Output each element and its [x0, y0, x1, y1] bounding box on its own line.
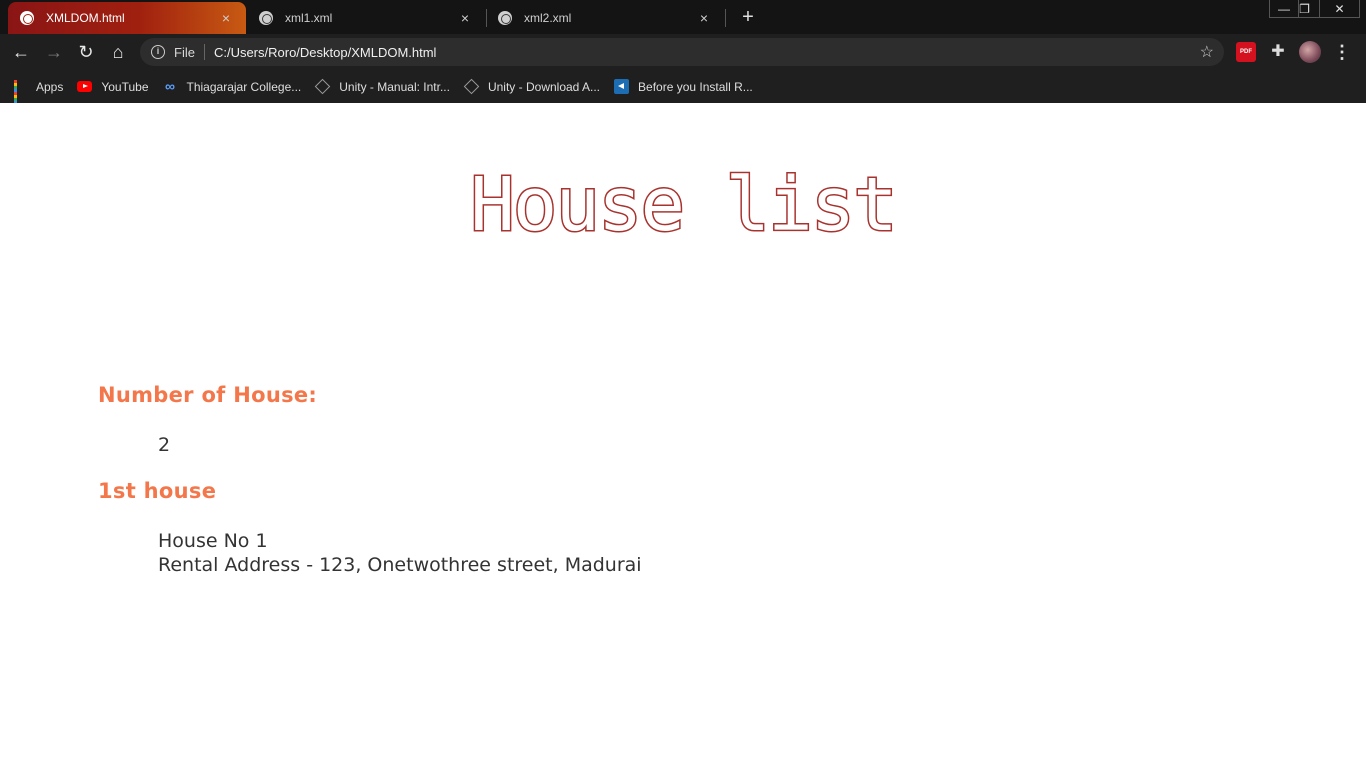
house-count-value: 2 [158, 434, 171, 456]
toolbar: ← → ↻ ⌂ i File C:/Users/Roro/Desktop/XML… [0, 34, 1366, 70]
bookmark-label: Unity - Download A... [487, 79, 601, 94]
first-house-details: House No 1 Rental Address - 123, Onetwot… [158, 529, 642, 577]
bookmark-star-icon[interactable]: ☆ [1200, 42, 1214, 62]
new-tab-button[interactable]: + [738, 7, 758, 27]
close-window-button[interactable]: ✕ [1320, 0, 1360, 18]
bookmark-label: YouTube [101, 79, 149, 94]
globe-icon [20, 11, 34, 25]
url-text[interactable]: C:/Users/Roro/Desktop/XMLDOM.html [214, 45, 1200, 60]
tab-title: xml2.xml [524, 11, 572, 25]
bookmark-unity-manual[interactable]: Unity - Manual: Intr... [314, 78, 450, 95]
visual-studio-icon [614, 79, 630, 94]
youtube-icon [77, 81, 93, 92]
apps-grid-icon [14, 80, 27, 107]
tab-xml2[interactable]: xml2.xml × [486, 2, 724, 34]
tab-xml1[interactable]: xml1.xml × [247, 2, 485, 34]
info-icon[interactable]: i [151, 45, 165, 59]
menu-kebab-icon[interactable]: ⋮ [1332, 42, 1352, 62]
count-heading: Number of House: [98, 383, 318, 407]
tab-title: XMLDOM.html [46, 11, 125, 25]
bookmark-label: Before you Install R... [638, 79, 753, 94]
profile-avatar[interactable] [1299, 41, 1321, 63]
first-house-heading: 1st house [98, 479, 217, 503]
restore-button[interactable]: ❐ [1290, 0, 1320, 18]
link-icon: ∞ [165, 78, 175, 94]
bookmark-unity-download[interactable]: Unity - Download A... [463, 78, 601, 95]
bookmarks-bar: Apps YouTube ∞ Thiagarajar College... Un… [0, 70, 1366, 107]
globe-icon [498, 11, 512, 25]
bookmark-label: Unity - Manual: Intr... [339, 79, 450, 94]
unity-icon [314, 78, 331, 95]
tab-separator [725, 9, 726, 27]
extensions-puzzle-icon[interactable]: ✚ [1268, 42, 1288, 62]
tab-strip: XMLDOM.html × xml1.xml × xml2.xml × + — … [0, 0, 1366, 34]
tab-title: xml1.xml [285, 11, 333, 25]
bookmark-label: Apps [36, 79, 64, 94]
divider [203, 44, 205, 60]
close-tab-icon[interactable]: × [457, 10, 473, 26]
globe-icon [259, 11, 273, 25]
close-tab-icon[interactable]: × [218, 10, 234, 26]
bookmark-label: Thiagarajar College... [186, 79, 302, 94]
tab-xmldom[interactable]: XMLDOM.html × [8, 2, 246, 34]
page-title-text: House list [469, 162, 900, 248]
home-button[interactable]: ⌂ [106, 40, 130, 64]
back-button[interactable]: ← [9, 40, 33, 64]
rental-address: Rental Address - 123, Onetwothree street… [158, 554, 642, 576]
pdf-extension-icon[interactable]: PDF [1236, 42, 1256, 62]
scheme-label: File [174, 44, 195, 60]
page-content: House list Number of House: 2 1st house … [0, 103, 1366, 768]
bookmark-apps[interactable]: Apps [14, 79, 64, 107]
page-title: House list [0, 162, 1366, 248]
address-bar[interactable]: i File C:/Users/Roro/Desktop/XMLDOM.html… [140, 38, 1224, 66]
close-tab-icon[interactable]: × [696, 10, 712, 26]
bookmark-before-install[interactable]: Before you Install R... [614, 79, 753, 94]
browser-chrome: XMLDOM.html × xml1.xml × xml2.xml × + — … [0, 0, 1366, 107]
forward-button[interactable]: → [42, 40, 66, 64]
unity-icon [463, 78, 480, 95]
reload-button[interactable]: ↻ [74, 40, 98, 64]
bookmark-thiagarajar[interactable]: ∞ Thiagarajar College... [163, 78, 302, 94]
house-number: House No 1 [158, 530, 268, 552]
bookmark-youtube[interactable]: YouTube [77, 79, 149, 94]
